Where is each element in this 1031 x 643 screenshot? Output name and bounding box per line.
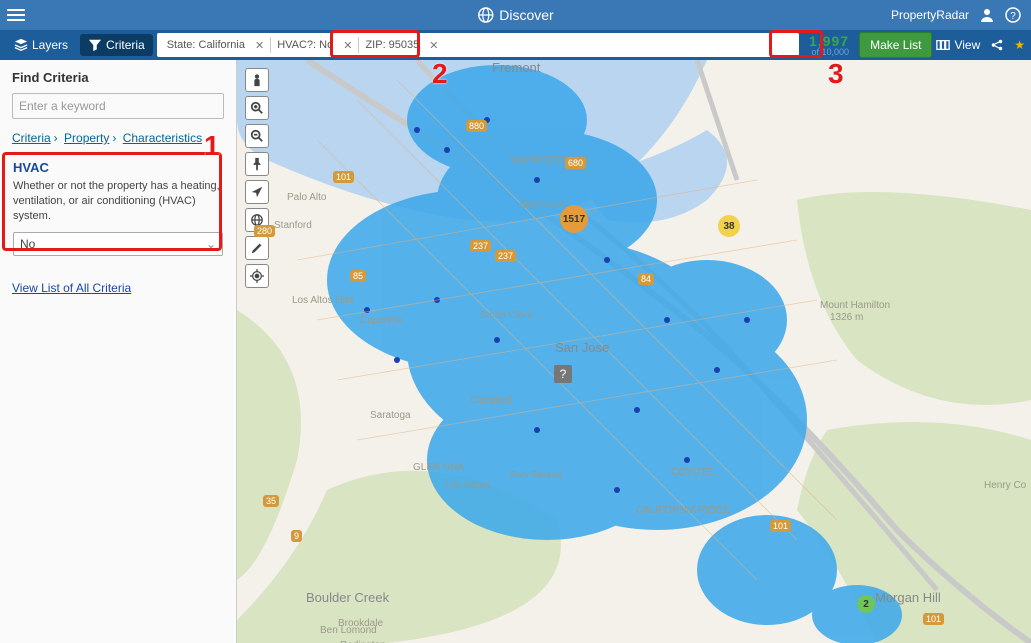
map-place-label: MILPITAS [520,200,565,211]
chip-close-icon[interactable]: ✕ [429,39,438,52]
chip-state[interactable]: State: California ✕ [161,33,270,57]
view-label: View [954,38,980,52]
chip-hvac[interactable]: HVAC?: No ✕ [271,33,358,57]
road-shield: 237 [470,240,491,252]
map-place-label: 1326 m [830,312,863,323]
criteria-label: Criteria [106,38,145,52]
map-place-label: Los Altos Hills [292,295,354,306]
chip-label: ZIP: 95035 [365,39,419,51]
map-place-label: San Jose [555,340,609,355]
breadcrumb-property[interactable]: Property [64,131,109,145]
map-place-label: Mount Hamilton [820,300,890,311]
svg-text:?: ? [1010,11,1016,22]
map-place-label: Fremont [492,60,540,75]
card-title: HVAC [13,160,223,175]
pencil-icon[interactable] [245,236,269,260]
road-shield: 280 [254,225,275,237]
road-shield: 85 [350,270,366,282]
brand-label: PropertyRadar [891,8,969,22]
road-shield: 101 [923,613,944,625]
criteria-chipbar: State: California ✕ HVAC?: No ✕ ZIP: 95035… [157,33,799,57]
road-shield: 237 [495,250,516,262]
share-icon[interactable] [990,38,1004,52]
road-shield: 9 [291,530,302,542]
map-place-label: Los Gatos [445,480,491,491]
streetview-icon[interactable] [245,68,269,92]
road-shield: 101 [770,520,791,532]
search-input[interactable]: Enter a keyword [12,93,224,119]
unknown-marker[interactable]: ? [554,365,572,383]
map-place-label: Campbell [470,395,512,406]
view-all-criteria-link[interactable]: View List of All Criteria [12,281,131,295]
map-place-label: GLEN UNA [413,462,464,473]
search-placeholder: Enter a keyword [19,99,106,113]
help-icon[interactable]: ? [1005,7,1021,23]
sidebar-title: Find Criteria [12,70,224,85]
toolbar: Layers Criteria State: California ✕ HVAC?… [0,30,1031,60]
map-controls [245,68,269,288]
card-description: Whether or not the property has a heatin… [13,179,223,224]
breadcrumb-criteria[interactable]: Criteria [12,131,51,145]
chip-close-icon[interactable]: ✕ [343,39,352,52]
zoom-out-icon[interactable] [245,124,269,148]
layers-label: Layers [32,38,68,52]
map-place-label: Cupertino [360,315,403,326]
target-icon[interactable] [245,264,269,288]
make-list-button[interactable]: Make List [859,32,932,58]
menu-icon[interactable] [0,0,32,30]
user-icon[interactable] [979,7,995,23]
locate-icon[interactable] [245,180,269,204]
criteria-button[interactable]: Criteria [80,34,153,56]
star-icon[interactable]: ★ [1014,38,1025,52]
cluster-marker[interactable]: 2 [857,595,875,613]
map-place-label: Stanford [274,220,312,231]
map-place-label: San Sereno [510,470,563,481]
criteria-card-hvac: HVAC Whether or not the property has a h… [12,155,224,263]
map-place-label: Henry Co [984,480,1026,491]
map-place-label: Palo Alto [287,192,326,203]
map-background [237,60,1031,643]
count-denominator: of 10,000 [809,48,849,57]
road-shield: 680 [565,157,586,169]
breadcrumb: Criteria› Property› Characteristics [12,131,224,145]
map-place-label: Brookdale [338,618,383,629]
map-place-label: Santa Clara [480,310,533,321]
zoom-in-icon[interactable] [245,96,269,120]
count-number: 1,997 [809,34,849,48]
map-place-label: Saratoga [370,410,411,421]
chip-label: HVAC?: No [277,39,333,51]
road-shield: 880 [466,120,487,132]
road-shield: 35 [263,495,279,507]
topbar: Discover PropertyRadar ? [0,0,1031,30]
road-shield: 101 [333,171,354,183]
map[interactable]: ? 1517382FremontWARM SPRINGSMILPITASStan… [237,60,1031,643]
main: Find Criteria Enter a keyword Criteria› … [0,60,1031,643]
chip-zip[interactable]: ZIP: 95035 ✕ [359,33,444,57]
map-place-label: Morgan Hill [875,590,941,605]
chevron-down-icon: ⌄ [206,237,216,251]
map-place-label: CALIFORNIA RIDGE [636,505,730,516]
layers-button[interactable]: Layers [6,34,76,56]
sidebar: Find Criteria Enter a keyword Criteria› … [0,60,237,643]
hvac-select[interactable]: No ⌄ [13,232,223,256]
breadcrumb-characteristics[interactable]: Characteristics [123,131,202,145]
map-place-label: COYOTE [671,467,713,478]
map-place-label: Boulder Creek [306,590,389,605]
select-value: No [20,237,35,251]
view-button[interactable]: View [936,38,980,52]
chip-close-icon[interactable]: ✕ [255,39,264,52]
road-shield: 84 [638,273,654,285]
globe-icon [477,7,493,23]
chip-label: State: California [167,39,245,51]
page-title: Discover [499,7,553,23]
cluster-marker[interactable]: 38 [718,215,740,237]
pin-icon[interactable] [245,152,269,176]
result-count: 1,997 of 10,000 [803,34,855,57]
